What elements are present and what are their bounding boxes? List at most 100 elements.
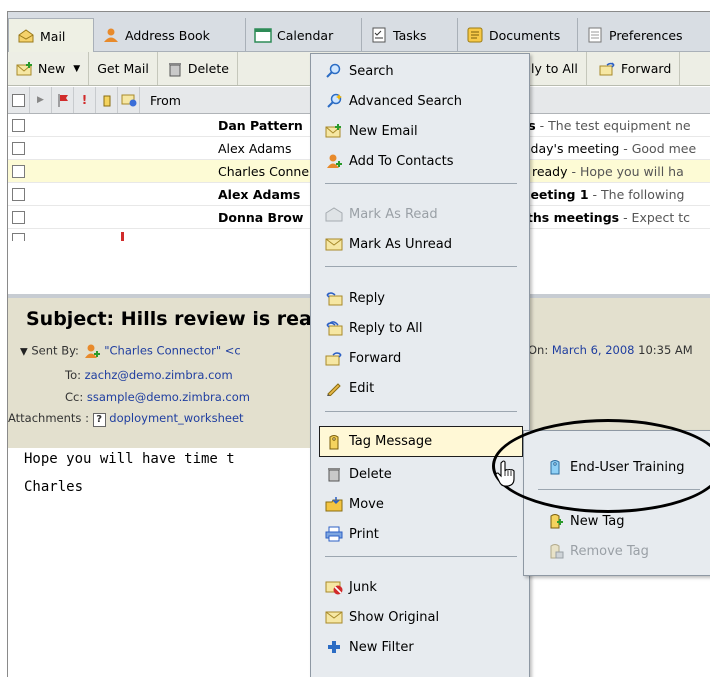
tab-address-book[interactable]: Address Book — [94, 18, 246, 52]
tab-calendar[interactable]: Calendar — [246, 18, 362, 52]
tab-label: Preferences — [609, 27, 683, 43]
menu-item-delete[interactable]: Delete — [325, 459, 392, 489]
row-fragment: - Good mee — [619, 140, 697, 156]
row-fragment: - The test equipment ne — [535, 117, 691, 133]
priority-column-icon[interactable]: ! — [74, 87, 96, 113]
time-value: 10:35 AM — [638, 343, 693, 357]
menu-item-junk[interactable]: Junk — [325, 572, 377, 602]
reply-all-icon — [325, 320, 343, 336]
message-subject: Subject: Hills review is rea — [26, 308, 312, 330]
tab-label: Tasks — [393, 27, 427, 43]
reply-all-label: ly to All — [531, 61, 578, 76]
row-from: Donna Brow — [218, 209, 304, 225]
tab-label: Calendar — [277, 27, 334, 43]
get-mail-button[interactable]: Get Mail — [89, 52, 158, 85]
reply-all-button[interactable]: ly to All — [523, 52, 587, 85]
date-row: On: March 6, 2008 10:35 AM — [528, 343, 693, 357]
new-email-icon — [325, 123, 343, 139]
row-checkbox[interactable] — [12, 210, 25, 224]
row-checkbox[interactable] — [12, 187, 25, 201]
menu-label: Search — [349, 63, 394, 79]
forward-icon — [325, 350, 343, 366]
menu-label: New Email — [349, 123, 418, 139]
menu-item-tag-message[interactable]: Tag Message — [319, 426, 523, 457]
chevron-down-icon[interactable]: ▼ — [73, 64, 80, 74]
row-checkbox[interactable] — [12, 141, 25, 155]
tab-preferences[interactable]: Preferences — [578, 18, 710, 52]
menu-label: Remove Tag — [570, 543, 649, 559]
menu-item-reply-to-all[interactable]: Reply to All — [325, 313, 422, 343]
attachment-column-icon[interactable] — [118, 87, 140, 113]
move-icon — [325, 496, 343, 512]
menu-label: Delete — [349, 466, 392, 482]
row-subject: today's meeting — [518, 140, 620, 156]
expand-column-icon[interactable]: ▶ — [30, 87, 52, 113]
collapse-icon[interactable]: ▼ — [20, 347, 28, 358]
flag-column-icon[interactable] — [52, 87, 74, 113]
menu-item-forward[interactable]: Forward — [325, 343, 401, 373]
new-tag-icon — [546, 513, 564, 529]
menu-separator — [325, 411, 517, 412]
attachment-link[interactable]: doployment_worksheet — [109, 411, 243, 425]
menu-label: New Filter — [349, 639, 414, 655]
subject-label: Subject: — [26, 308, 115, 330]
menu-label: Edit — [349, 380, 375, 396]
cc-label: Cc: — [65, 390, 84, 404]
cc-link[interactable]: ssample@demo.zimbra.com — [87, 390, 250, 404]
menu-separator — [325, 556, 517, 557]
menu-label: Reply — [349, 290, 386, 306]
select-all-checkbox[interactable] — [8, 87, 30, 113]
menu-item-search[interactable]: Search — [325, 56, 394, 86]
attachments-row: Attachments : ? doployment_worksheet — [8, 411, 244, 427]
row-checkbox[interactable] — [12, 233, 25, 241]
submenu-item-remove-tag[interactable]: Remove Tag — [546, 536, 649, 566]
menu-item-advanced-search[interactable]: Advanced Search — [325, 86, 462, 116]
tag-column-icon[interactable] — [96, 87, 118, 113]
edit-icon — [325, 380, 343, 397]
menu-item-add-to-contacts[interactable]: Add To Contacts — [325, 146, 453, 176]
delete-button[interactable]: Delete — [158, 52, 238, 85]
reply-icon — [325, 290, 343, 306]
menu-item-mark-as-read[interactable]: Mark As Read — [325, 199, 438, 229]
menu-item-reply[interactable]: Reply — [325, 283, 385, 313]
new-button[interactable]: New ▼ — [8, 52, 90, 85]
menu-item-edit[interactable]: Edit — [325, 373, 374, 403]
menu-label: Mark As Unread — [349, 236, 453, 252]
row-checkbox[interactable] — [12, 164, 25, 178]
tab-tasks[interactable]: Tasks — [362, 18, 458, 52]
row-fragment: - The following — [588, 186, 685, 202]
menu-separator — [325, 266, 517, 267]
tab-documents[interactable]: Documents — [458, 18, 578, 52]
forward-label: Forward — [621, 61, 672, 76]
menu-item-new-email[interactable]: New Email — [325, 116, 418, 146]
menu-label: Advanced Search — [349, 93, 463, 109]
menu-label: Print — [349, 526, 379, 542]
menu-item-print[interactable]: Print — [325, 519, 379, 549]
print-icon — [325, 526, 343, 542]
to-link[interactable]: zachz@demo.zimbra.com — [85, 368, 233, 382]
to-label: To: — [65, 368, 81, 382]
row-from: Alex Adams — [218, 140, 292, 156]
menu-label: Mark As Read — [349, 206, 438, 222]
sender-link[interactable]: "Charles Connector" <c — [104, 344, 241, 358]
tab-mail[interactable]: Mail — [8, 18, 94, 53]
hand-cursor-icon — [495, 460, 515, 487]
show-original-icon — [325, 609, 343, 625]
new-button-label: New — [38, 61, 66, 76]
menu-item-show-original[interactable]: Show Original — [325, 602, 439, 632]
add-contact-icon — [325, 153, 343, 169]
menu-label: Show Original — [349, 609, 440, 625]
address-book-icon — [102, 27, 120, 43]
from-column-header[interactable]: From — [140, 93, 181, 108]
date-link[interactable]: March 6, 2008 — [552, 343, 635, 357]
row-from: Alex Adams — [218, 186, 301, 202]
menu-item-move[interactable]: Move — [325, 489, 384, 519]
menu-item-new-filter[interactable]: New Filter — [325, 632, 414, 662]
menu-item-mark-as-unread[interactable]: Mark As Unread — [325, 229, 452, 259]
add-contact-icon[interactable] — [83, 343, 101, 359]
row-checkbox[interactable] — [12, 118, 25, 132]
tasks-icon — [370, 27, 388, 43]
junk-icon — [325, 579, 343, 595]
row-fragment: - Hope you will ha — [567, 163, 684, 179]
forward-button[interactable]: Forward — [591, 52, 681, 85]
